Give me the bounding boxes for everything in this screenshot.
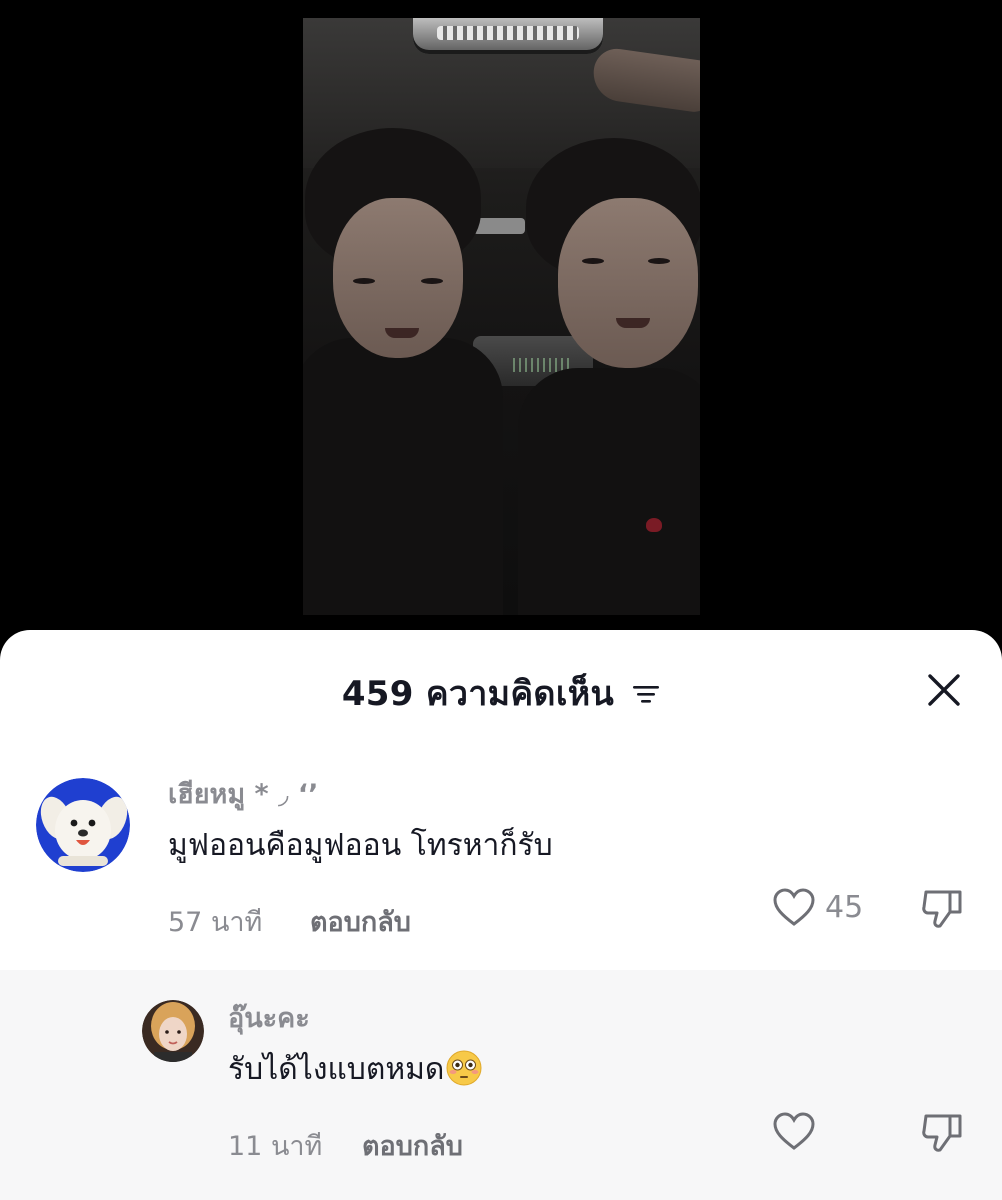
- comments-title: 459 ความคิดเห็น: [0, 666, 1002, 720]
- comments-sheet: 459 ความคิดเห็น เฮียหมู * ◞ ‘’ มูฟออนคือ…: [0, 630, 1002, 1200]
- comment-item: เฮียหมู * ◞ ‘’ มูฟออนคือมูฟออน โทรหาก็รั…: [0, 750, 1002, 970]
- reply-comment-item: อุ๊นะคะ รับได้ไงแบตหมด 11 นาที ตอบกลับ: [0, 970, 1002, 1200]
- close-icon[interactable]: [922, 668, 966, 712]
- video-player[interactable]: [0, 0, 1002, 650]
- sort-lines-icon[interactable]: [632, 683, 660, 705]
- comment-timestamp: 11 นาที: [228, 1131, 323, 1162]
- thumbs-down-icon[interactable]: [920, 886, 964, 930]
- reply-button[interactable]: ตอบกลับ: [362, 1124, 463, 1167]
- flushed-face-emoji: [446, 1050, 482, 1085]
- person-avatar[interactable]: [142, 1000, 204, 1062]
- comment-username[interactable]: อุ๊นะคะ: [228, 996, 310, 1039]
- heart-icon[interactable]: [772, 1112, 816, 1152]
- thumbs-down-icon[interactable]: [920, 1110, 964, 1154]
- heart-icon[interactable]: [772, 888, 816, 928]
- comment-username[interactable]: เฮียหมู * ◞ ‘’: [168, 772, 318, 815]
- dog-avatar[interactable]: [36, 778, 130, 872]
- like-count: 45: [825, 890, 864, 925]
- car-dome-light: [413, 18, 603, 54]
- person-right: [518, 138, 700, 615]
- comment-timestamp: 57 นาที: [168, 907, 263, 938]
- comments-header: 459 ความคิดเห็น: [0, 630, 1002, 730]
- comment-text: มูฟออนคือมูฟออน โทรหาก็รับ: [168, 828, 553, 863]
- comment-count-label: 459 ความคิดเห็น: [341, 674, 614, 714]
- comment-text: รับได้ไงแบตหมด: [228, 1046, 482, 1093]
- reply-button[interactable]: ตอบกลับ: [310, 900, 411, 943]
- live-video-frame: [303, 18, 700, 615]
- comment-text-body: รับได้ไงแบตหมด: [228, 1052, 445, 1087]
- person-left: [303, 128, 513, 615]
